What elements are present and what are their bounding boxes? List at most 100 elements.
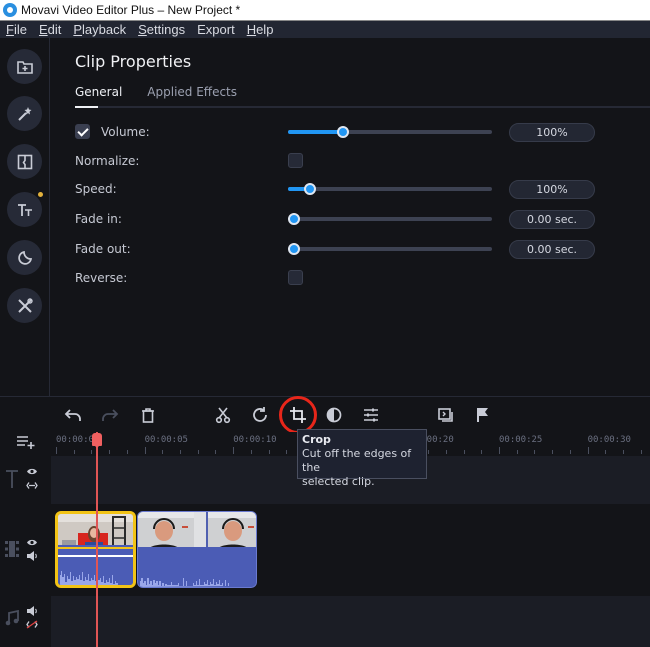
menu-file[interactable]: File — [0, 21, 33, 38]
ruler-tick — [640, 450, 642, 454]
video-track-icon — [5, 541, 19, 557]
ruler-tick — [534, 450, 536, 454]
menu-bar: File Edit Playback Settings Export Help — [0, 21, 650, 38]
tooltip-line-1: Cut off the edges of the — [302, 447, 412, 474]
reverse-checkbox[interactable] — [288, 270, 303, 285]
volume-checkbox[interactable] — [75, 124, 90, 139]
volume-value-field[interactable]: 100% — [509, 123, 595, 142]
undo-icon — [64, 409, 81, 421]
fade-out-slider[interactable] — [288, 243, 492, 255]
stickers-button[interactable] — [7, 240, 42, 275]
delete-button[interactable] — [138, 405, 158, 425]
playhead-handle[interactable] — [92, 433, 102, 448]
titles-button[interactable] — [7, 192, 42, 227]
rotate-button[interactable] — [250, 405, 270, 425]
rotate-icon — [253, 407, 267, 422]
window-title: Movavi Video Editor Plus – New Project * — [21, 3, 241, 17]
speaker-icon[interactable] — [26, 551, 38, 561]
fade-in-value-field[interactable]: 0.00 sec. — [509, 210, 595, 229]
folder-plus-icon — [16, 60, 33, 74]
import-button[interactable] — [7, 49, 42, 84]
tab-applied-effects[interactable]: Applied Effects — [147, 85, 237, 99]
video-clip[interactable] — [137, 511, 257, 588]
playhead-line[interactable] — [96, 432, 98, 647]
visibility-eye-icon[interactable] — [26, 467, 38, 476]
fade-out-slider-thumb[interactable] — [288, 243, 300, 255]
ruler-tick — [197, 450, 199, 454]
tool-sidebar — [0, 38, 50, 396]
ruler-tick — [428, 450, 430, 454]
ruler-tick — [126, 450, 128, 454]
speed-slider-thumb[interactable] — [304, 183, 316, 195]
volume-label: Volume: — [101, 125, 150, 139]
tooltip-title: Crop — [302, 433, 331, 446]
ruler-tick — [268, 450, 270, 454]
fade-out-label: Fade out: — [75, 242, 131, 256]
sliders-icon — [364, 408, 378, 422]
ruler-tick — [162, 450, 164, 454]
add-track-icon[interactable] — [16, 434, 36, 450]
volume-slider[interactable] — [288, 126, 492, 138]
menu-settings[interactable]: Settings — [132, 21, 191, 38]
menu-help[interactable]: Help — [241, 21, 280, 38]
tab-general[interactable]: General — [75, 85, 122, 99]
flag-icon — [477, 408, 488, 422]
ruler-tick — [587, 447, 589, 454]
ruler-label: 00:00:10 — [233, 435, 277, 445]
video-track-header — [0, 504, 51, 596]
clip-properties-button[interactable] — [361, 405, 381, 425]
ruler-tick — [499, 447, 500, 454]
transitions-button[interactable] — [7, 144, 42, 179]
scissors-icon — [215, 407, 231, 424]
add-marker-button[interactable] — [473, 405, 493, 425]
fade-in-slider[interactable] — [288, 213, 492, 225]
cut-button[interactable] — [213, 405, 233, 425]
fade-in-label: Fade in: — [75, 212, 122, 226]
redo-button[interactable] — [100, 405, 120, 425]
ruler-tick — [286, 450, 288, 454]
volume-slider-thumb[interactable] — [337, 126, 349, 138]
menu-export[interactable]: Export — [191, 21, 241, 38]
menu-edit[interactable]: Edit — [33, 21, 67, 38]
speed-value-field[interactable]: 100% — [509, 180, 595, 199]
more-tools-button[interactable] — [7, 288, 42, 323]
speed-slider[interactable] — [288, 183, 492, 195]
panel-title: Clip Properties — [75, 52, 192, 71]
unlink-icon[interactable] — [26, 620, 38, 629]
redo-icon — [102, 409, 119, 421]
timeline-toolbar — [0, 396, 650, 432]
tab-divider — [75, 106, 650, 108]
visibility-eye-icon[interactable] — [26, 538, 38, 547]
audio-track[interactable] — [51, 596, 650, 647]
active-tab-indicator — [75, 106, 98, 108]
fade-out-value-field[interactable]: 0.00 sec. — [509, 240, 595, 259]
audio-track-header — [0, 596, 51, 647]
color-adjustments-button[interactable] — [324, 405, 344, 425]
filters-button[interactable] — [7, 96, 42, 131]
normalize-checkbox[interactable] — [288, 153, 303, 168]
picture-in-picture-button[interactable] — [436, 405, 456, 425]
tools-icon — [17, 297, 33, 313]
ruler-tick — [215, 450, 217, 454]
pip-icon — [438, 408, 453, 422]
reverse-label: Reverse: — [75, 271, 128, 285]
color-contrast-icon — [326, 407, 342, 423]
fade-in-slider-thumb[interactable] — [288, 213, 300, 225]
undo-button[interactable] — [63, 405, 83, 425]
ruler-label: 00:00:25 — [499, 435, 543, 445]
ruler-tick — [445, 450, 447, 454]
menu-playback[interactable]: Playback — [67, 21, 132, 38]
ruler-tick — [109, 450, 111, 454]
ruler-tick — [516, 450, 518, 454]
ruler-tick — [481, 450, 483, 454]
title-bar: Movavi Video Editor Plus – New Project * — [0, 0, 650, 21]
ruler-tick — [569, 450, 571, 454]
titles-notification-dot — [38, 192, 43, 197]
video-track[interactable] — [51, 504, 650, 596]
link-icon[interactable] — [26, 481, 38, 490]
ruler-tick — [623, 450, 625, 454]
speaker-icon[interactable] — [26, 606, 38, 616]
properties-tabs: General Applied Effects — [75, 85, 262, 99]
magic-wand-icon — [17, 106, 31, 121]
crop-tooltip: Crop Cut off the edges of the selected c… — [297, 429, 427, 488]
